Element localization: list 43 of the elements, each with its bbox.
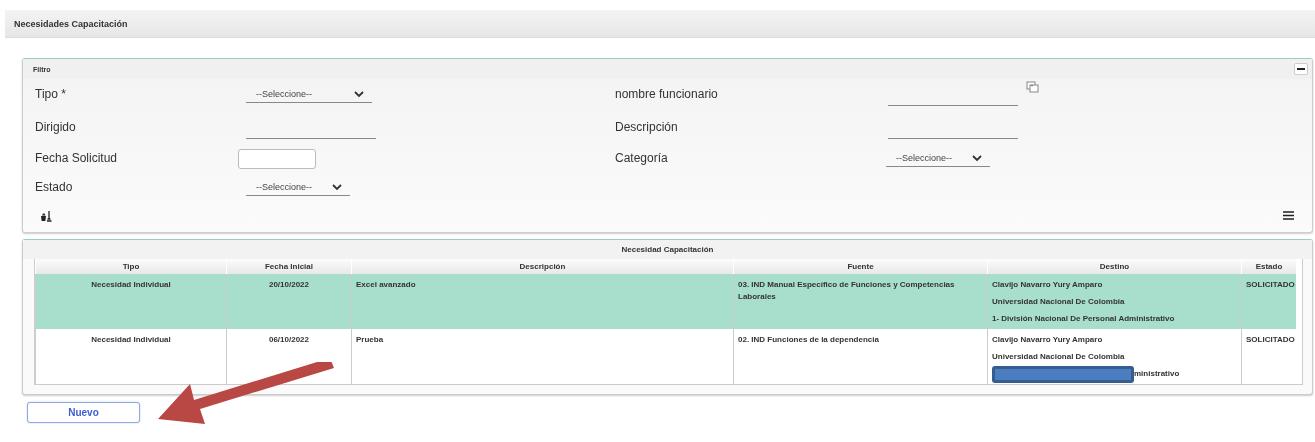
field-label: Estado (35, 179, 74, 194)
cell-text: 1- División Nacional De Personal Administrativo (992, 313, 1176, 325)
column-header: Estado (1241, 259, 1296, 274)
table-cell: Excel avanzado (351, 274, 733, 329)
minus-icon (1297, 68, 1305, 70)
table-cell: 20/10/2022 (226, 274, 351, 329)
chevron-down-icon (332, 183, 342, 191)
select-field[interactable]: --Seleccione-- (246, 85, 372, 103)
collapse-button[interactable] (1294, 63, 1308, 75)
table-title: Necesidad Capacitación (23, 240, 1312, 259)
select-field[interactable]: --Seleccione-- (886, 149, 990, 167)
cell-text: ministrativo (1134, 368, 1180, 380)
field-label: Tipo * (35, 86, 67, 101)
column-header: Destino (987, 259, 1241, 274)
column-header: Tipo (35, 259, 226, 274)
table-cell: Necesidad Individual (35, 329, 226, 384)
field-label: Descripción (615, 119, 679, 134)
table-cell: Necesidad Individual (35, 274, 226, 329)
column-header: Fuente (733, 259, 987, 274)
table-cell: SOLICITADO (1241, 274, 1296, 329)
select-field[interactable]: --Seleccione-- (246, 178, 350, 196)
table-cell: 03. IND Manual Específico de Funciones y Competencias Laborales (733, 274, 987, 329)
field-label: Fecha Solicitud (35, 150, 119, 165)
column-header: Fecha Inicial (226, 259, 351, 274)
field-label: nombre funcionario (615, 86, 719, 101)
cell-text: Universidad Nacional De Colombia (992, 296, 1126, 308)
table-cell: SOLICITADO (1241, 329, 1296, 384)
table-cell: Prueba (351, 329, 733, 384)
chevron-down-icon (972, 154, 982, 162)
field-label: Dirigido (35, 119, 77, 134)
cell-text: Universidad Nacional De Colombia (992, 351, 1126, 363)
clear-icon[interactable] (40, 211, 52, 222)
cell-text: Clavijo Navarro Yury Amparo (992, 279, 1104, 291)
menu-icon[interactable] (1283, 211, 1294, 220)
field-label: Categoría (615, 150, 669, 165)
column-header: Descripción (351, 259, 733, 274)
date-field[interactable] (238, 149, 316, 169)
copy-icon[interactable] (1026, 81, 1040, 93)
new-button[interactable]: Nuevo (27, 402, 140, 423)
page-title: Necesidades Capacitación (14, 18, 128, 29)
table-cell: 02. IND Funciones de la dependencia (733, 329, 987, 384)
cell-text: Clavijo Navarro Yury Amparo (992, 334, 1104, 346)
chevron-down-icon (354, 90, 364, 98)
